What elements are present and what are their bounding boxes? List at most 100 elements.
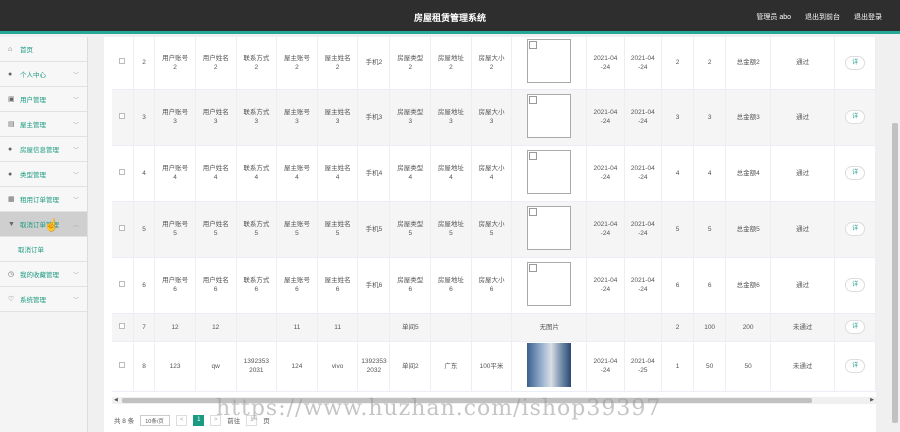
row-checkbox[interactable] [119, 224, 126, 231]
sidebar-item-label: 我的收藏管理 [20, 272, 59, 279]
cell-action: 详 [834, 37, 876, 90]
cell-contact: 联系方式 5 [236, 201, 278, 258]
cell-image [511, 145, 588, 202]
submenu-cancel-order[interactable]: 取消订单 [0, 237, 87, 262]
broken-image-icon [527, 261, 572, 306]
detail-button[interactable]: 详 [845, 278, 866, 292]
favorite-icon: ◷ [8, 271, 15, 278]
detail-button[interactable]: 详 [845, 222, 866, 236]
cell-phone: 手机5 [357, 201, 391, 258]
cell-image [511, 257, 588, 314]
chevron-down-icon: ﹀ [72, 172, 79, 179]
cell-action [112, 145, 134, 202]
sidebar-item-rent-orders[interactable]: ▦ 租用订单管理 ﹀ [0, 187, 87, 212]
chevron-down-icon: ﹀ [72, 272, 79, 279]
broken-image-icon [527, 93, 572, 138]
vscroll-thumb[interactable] [892, 123, 898, 423]
page-size-select[interactable]: 10条/页 [140, 414, 171, 426]
sidebar-item-types[interactable]: ● 类型管理 ﹀ [0, 162, 87, 187]
current-page[interactable]: 1 [193, 414, 205, 426]
sidebar: ⌂ 首页 ● 个人中心 ﹀ ▣ 用户管理 ﹀ ▤ 屋主管理 ﹀ ● 房屋信息管理 ﹀ ● 类型管理 ﹀… [0, 37, 88, 432]
detail-button[interactable]: 详 [845, 320, 866, 334]
row-checkbox[interactable] [119, 112, 126, 119]
table-row[interactable]: 8 123 qw 1392353 2031 124 vivo 1392353 2032 单间2… [112, 341, 876, 392]
scroll-left-icon[interactable]: ◀ [114, 397, 118, 403]
cell-user-account: 用户账号 4 [154, 145, 196, 202]
cell-status: 通过 [770, 201, 836, 258]
cell-start-date [586, 313, 625, 342]
row-checkbox[interactable] [119, 361, 126, 368]
cell-owner-name: 11 [317, 313, 359, 342]
admin-label: 管理员 abo [756, 14, 791, 21]
sidebar-item-owners[interactable]: ▤ 屋主管理 ﹀ [0, 112, 87, 137]
detail-button[interactable]: 详 [845, 359, 866, 373]
logout-link[interactable]: 退出登录 [854, 12, 882, 22]
cell-end-date: 2021-04 -24 [624, 201, 663, 258]
cell-end-date: 2021-04 -24 [624, 37, 663, 90]
cell-house-address: 房屋地址 5 [430, 201, 472, 258]
row-checkbox[interactable] [119, 322, 126, 329]
header-actions: 管理员 abo 退出到前台 退出登录 [756, 12, 882, 22]
table-row[interactable]: 5 用户账号 5 用户姓名 5 联系方式 5 屋主账号 5 屋主姓名 5 手机5 房屋类型 5… [112, 201, 876, 258]
table-row[interactable]: 7 12 12 11 11 单间5 无图片 2 100 200 未通过详 [112, 313, 876, 342]
vertical-scrollbar[interactable] [890, 37, 900, 432]
sidebar-item-label: 租用订单管理 [20, 197, 59, 204]
row-checkbox[interactable] [119, 280, 126, 287]
cell-owner-account: 屋主账号 2 [276, 37, 318, 90]
hand-cursor-icon: ☝ [44, 218, 59, 232]
detail-button[interactable]: 详 [845, 55, 866, 70]
table-row[interactable]: 3 用户账号 3 用户姓名 3 联系方式 3 屋主账号 3 屋主姓名 3 手机3 房屋类型 3… [112, 89, 876, 146]
sidebar-item-profile[interactable]: ● 个人中心 ﹀ [0, 62, 87, 87]
cell-index: 5 [133, 201, 156, 258]
main-content: 2 用户账号 2 用户姓名 2 联系方式 2 屋主账号 2 屋主姓名 2 手机2 房屋类型 2… [104, 37, 876, 432]
chevron-down-icon: ﹀ [72, 97, 79, 104]
row-checkbox[interactable] [119, 58, 126, 65]
cell-action [112, 37, 134, 90]
sidebar-item-home[interactable]: ⌂ 首页 [0, 37, 87, 62]
cell-user-account: 12 [154, 313, 196, 342]
sidebar-item-users[interactable]: ▣ 用户管理 ﹀ [0, 87, 87, 112]
cell-index: 3 [133, 89, 156, 146]
cell-end-date: 2021-04 -24 [624, 89, 663, 146]
detail-button[interactable]: 详 [845, 110, 866, 124]
row-checkbox[interactable] [119, 168, 126, 175]
cell-image: 无图片 [511, 313, 588, 342]
prev-page-button[interactable]: < [176, 414, 188, 426]
table-row[interactable]: 2 用户账号 2 用户姓名 2 联系方式 2 屋主账号 2 屋主姓名 2 手机2 房屋类型 2… [112, 37, 876, 90]
cell-quantity: 1 [661, 341, 695, 392]
broken-image-icon [527, 149, 572, 194]
chevron-down-icon: ﹀ [72, 297, 79, 304]
cell-total: 总金额4 [725, 145, 772, 202]
cell-index: 4 [133, 145, 156, 202]
sidebar-item-label: 屋主管理 [20, 122, 46, 129]
cell-contact: 联系方式 6 [236, 257, 278, 314]
sidebar-item-label: 首页 [20, 47, 33, 54]
cell-image [511, 201, 588, 258]
cell-quantity: 6 [661, 257, 695, 314]
cell-total: 200 [725, 313, 772, 342]
sidebar-item-system[interactable]: ♡ 系统管理 ﹀ [0, 287, 87, 312]
scroll-right-icon[interactable]: ▶ [870, 397, 874, 403]
sidebar-item-favorites[interactable]: ◷ 我的收藏管理 ﹀ [0, 262, 87, 287]
table-row[interactable]: 4 用户账号 4 用户姓名 4 联系方式 4 屋主账号 4 屋主姓名 4 手机4 房屋类型 4… [112, 145, 876, 202]
cell-price: 100 [693, 313, 727, 342]
room-photo [527, 342, 572, 387]
sidebar-item-label: 房屋信息管理 [20, 147, 59, 154]
cell-index: 2 [133, 37, 156, 90]
cell-contact [236, 313, 278, 342]
cell-owner-name: vivo [317, 341, 359, 392]
cell-house-size: 房屋大小 5 [471, 201, 513, 258]
back-to-front-link[interactable]: 退出到前台 [805, 12, 840, 22]
sidebar-item-houses[interactable]: ● 房屋信息管理 ﹀ [0, 137, 87, 162]
detail-button[interactable]: 详 [845, 166, 866, 180]
cell-start-date: 2021-04 -24 [586, 145, 625, 202]
cell-user-name: 用户姓名 2 [195, 37, 237, 90]
cell-action: 详 [834, 201, 876, 258]
cell-action [112, 201, 134, 258]
table-row[interactable]: 6 用户账号 6 用户姓名 6 联系方式 6 屋主账号 6 屋主姓名 6 手机6 房屋类型 6… [112, 257, 876, 314]
cell-owner-account: 124 [276, 341, 318, 392]
cell-action: 详 [834, 89, 876, 146]
cell-user-name: 12 [195, 313, 237, 342]
chevron-down-icon: ﹀ [72, 72, 79, 79]
cell-total: 总金额2 [725, 37, 772, 90]
